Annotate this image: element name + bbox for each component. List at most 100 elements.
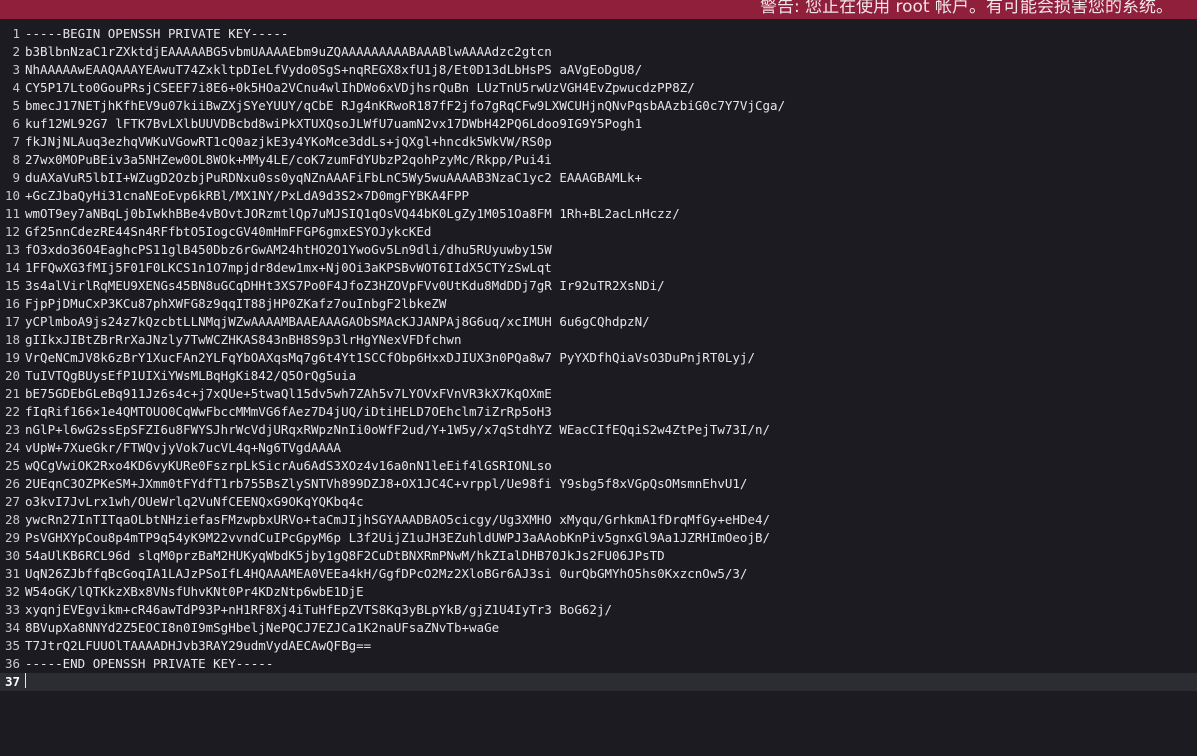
line-text[interactable]: fIqRif166×1e4QMTOUO0CqWwFbccMMmVG6fAez7D…: [25, 403, 552, 421]
line-text[interactable]: W54oGK/lQTKkzXBx8VNsfUhvKNt0Pr4KDzNtp6wb…: [25, 583, 364, 601]
editor-line[interactable]: 5 bmecJ17NETjhKfhEV9u07kiiBwZXjSYeYUUY/qC…: [0, 97, 1197, 115]
line-number: 29: [4, 530, 20, 545]
line-text[interactable]: 54aUlKB6RCL96d slqM0przBaM2HUKyqWbdK5jby…: [25, 547, 665, 565]
line-text[interactable]: NhAAAAAwEAAQAAAYEAwuT74ZxkltpDIeLfVydo0S…: [25, 61, 642, 79]
editor-line[interactable]: 9 duAXaVuR5lbII+WZugD2OzbjPuRDNxu0ss0yqNZ…: [0, 169, 1197, 187]
line-text[interactable]: vUpW+7XueGkr/FTWQvjyVok7ucVL4q+Ng6TVgdAA…: [25, 439, 341, 457]
line-text[interactable]: FjpPjDMuCxP3KCu87phXWFG8z9qqIT88jHP0ZKaf…: [25, 295, 446, 313]
editor-line[interactable]: 3 NhAAAAAwEAAQAAAYEAwuT74ZxkltpDIeLfVydo0…: [0, 61, 1197, 79]
editor-line[interactable]: 37: [0, 673, 1197, 691]
line-text[interactable]: -----BEGIN OPENSSH PRIVATE KEY-----: [25, 25, 288, 43]
line-number: 2: [12, 44, 20, 59]
line-text[interactable]: 1FFQwXG3fMIj5F01F0LKCS1n1O7mpjdr8dew1mx+…: [25, 259, 552, 277]
editor-line[interactable]: 27 o3kvI7JvLrx1wh/OUeWrlq2VuNfCEENQxG9OKq…: [0, 493, 1197, 511]
editor-line[interactable]: 16 FjpPjDMuCxP3KCu87phXWFG8z9qqIT88jHP0ZK…: [0, 295, 1197, 313]
line-number: 30: [4, 548, 20, 563]
line-text[interactable]: wQCgVwiOK2Rxo4KD6vyKURe0FszrpLkSicrAu6Ad…: [25, 457, 552, 475]
line-text[interactable]: fkJNjNLAuq3ezhqVWKuVGowRT1cQ0azjkE3y4YKo…: [25, 133, 552, 151]
line-text[interactable]: 27wx0MOPuBEiv3a5NHZew0OL8WOk+MMy4LE/coK7…: [25, 151, 552, 169]
editor-line[interactable]: 23 nGlP+l6wG2ssEpSFZI6u8FWYSJhrWcVdjURqxR…: [0, 421, 1197, 439]
editor-line[interactable]: 22 fIqRif166×1e4QMTOUO0CqWwFbccMMmVG6fAez…: [0, 403, 1197, 421]
editor-line[interactable]: 35 T7JtrQ2LFUUOlTAAAADHJvb3RAY29udmVydAEC…: [0, 637, 1197, 655]
editor-line[interactable]: 28 ywcRn27InTITqaOLbtNHziefasFMzwpbxURVo+…: [0, 511, 1197, 529]
line-text[interactable]: yCPlmboA9js24z7kQzcbtLLNMqjWZwAAAAMBAAEA…: [25, 313, 650, 331]
line-number: 33: [4, 602, 20, 617]
line-text[interactable]: wmOT9ey7aNBqLj0bIwkhBBe4vBOvtJORzmtlQp7u…: [25, 205, 680, 223]
editor-line[interactable]: 10 +GcZJbaQyHi31cnaNEoEvp6kRBl/MX1NY/PxLd…: [0, 187, 1197, 205]
line-number: 36: [4, 656, 20, 671]
line-text[interactable]: b3BlbnNzaC1rZXktdjEAAAAABG5vbmUAAAAEbm9u…: [25, 43, 552, 61]
editor-line[interactable]: 30 54aUlKB6RCL96d slqM0przBaM2HUKyqWbdK5j…: [0, 547, 1197, 565]
line-number: 31: [4, 566, 20, 581]
line-text[interactable]: 2UEqnC3OZPKeSM+JXmm0tFYdfT1rb755BsZlySNT…: [25, 475, 747, 493]
editor-line[interactable]: 32 W54oGK/lQTKkzXBx8VNsfUhvKNt0Pr4KDzNtp6…: [0, 583, 1197, 601]
editor-line[interactable]: 19 VrQeNCmJV8k6zBrY1XucFAn2YLFqYbOAXqsMq7…: [0, 349, 1197, 367]
editor-line[interactable]: 7 fkJNjNLAuq3ezhqVWKuVGowRT1cQ0azjkE3y4YK…: [0, 133, 1197, 151]
line-text[interactable]: -----END OPENSSH PRIVATE KEY-----: [25, 655, 273, 673]
line-text[interactable]: T7JtrQ2LFUUOlTAAAADHJvb3RAY29udmVydAECAw…: [25, 637, 371, 655]
root-warning-bar: 警告: 您正在使用 root 帐户。有可能会损害您的系统。: [0, 0, 1197, 19]
line-text[interactable]: gIIkxJIBtZBrRrXaJNzly7TwWCZHKAS843nBH8S9…: [25, 331, 462, 349]
line-text[interactable]: TuIVTQgBUysEfP1UIXiYWsMLBqHgKi842/Q5OrQg…: [25, 367, 356, 385]
editor-line[interactable]: 31 UqN26ZJbffqBcGoqIA1LAJzPSoIfL4HQAAAMEA…: [0, 565, 1197, 583]
line-number: 35: [4, 638, 20, 653]
editor-line[interactable]: 33 xyqnjEVEgvikm+cR46awTdP93P+nH1RF8Xj4iT…: [0, 601, 1197, 619]
line-text[interactable]: bmecJ17NETjhKfhEV9u07kiiBwZXjSYeYUUY/qCb…: [25, 97, 785, 115]
line-number: 22: [4, 404, 20, 419]
editor-line[interactable]: 11 wmOT9ey7aNBqLj0bIwkhBBe4vBOvtJORzmtlQp…: [0, 205, 1197, 223]
editor-line[interactable]: 6 kuf12WL92G7 lFTK7BvLXlbUUVDBcbd8wiPkXTU…: [0, 115, 1197, 133]
line-text[interactable]: 8BVupXa8NNYd2Z5EOCI8n0I9mSgHbeljNePQCJ7E…: [25, 619, 499, 637]
editor-line[interactable]: 4 CY5P17Lto0GouPRsjCSEEF7i8E6+0k5HOa2VCnu…: [0, 79, 1197, 97]
line-text[interactable]: VrQeNCmJV8k6zBrY1XucFAn2YLFqYbOAXqsMq7g6…: [25, 349, 755, 367]
editor-line[interactable]: 34 8BVupXa8NNYd2Z5EOCI8n0I9mSgHbeljNePQCJ…: [0, 619, 1197, 637]
editor-line[interactable]: 36 -----END OPENSSH PRIVATE KEY-----: [0, 655, 1197, 673]
line-number: 4: [12, 80, 20, 95]
editor-line[interactable]: 21 bE75GDEbGLeBq911Jz6s4c+j7xQUe+5twaQl15…: [0, 385, 1197, 403]
editor-line[interactable]: 13 fO3xdo36O4EaghcPS11glB450Dbz6rGwAM24ht…: [0, 241, 1197, 259]
line-number: 11: [4, 206, 20, 221]
editor-line[interactable]: 12 Gf25nnCdezRE44Sn4RFfbtO5IogcGV40mHmFFG…: [0, 223, 1197, 241]
line-number: 20: [4, 368, 20, 383]
line-number: 7: [12, 134, 20, 149]
editor-line[interactable]: 17 yCPlmboA9js24z7kQzcbtLLNMqjWZwAAAAMBAA…: [0, 313, 1197, 331]
line-text[interactable]: nGlP+l6wG2ssEpSFZI6u8FWYSJhrWcVdjURqxRWp…: [25, 421, 770, 439]
line-number: 19: [4, 350, 20, 365]
line-text[interactable]: Gf25nnCdezRE44Sn4RFfbtO5IogcGV40mHmFFGP6…: [25, 223, 431, 241]
editor-line[interactable]: 29 PsVGHXYpCou8p4mTP9q54yK9M22vvndCuIPcGp…: [0, 529, 1197, 547]
line-number: 25: [4, 458, 20, 473]
editor-line[interactable]: 18 gIIkxJIBtZBrRrXaJNzly7TwWCZHKAS843nBH8…: [0, 331, 1197, 349]
line-number: 10: [4, 188, 20, 203]
line-number: 26: [4, 476, 20, 491]
editor-line[interactable]: 1 -----BEGIN OPENSSH PRIVATE KEY-----: [0, 25, 1197, 43]
line-number: 3: [12, 62, 20, 77]
editor-line[interactable]: 24 vUpW+7XueGkr/FTWQvjyVok7ucVL4q+Ng6TVgd…: [0, 439, 1197, 457]
line-text[interactable]: 3s4alVirlRqMEU9XENGs45BN8uGCqDHHt3XS7Po0…: [25, 277, 665, 295]
line-number: 17: [4, 314, 20, 329]
editor-line[interactable]: 26 2UEqnC3OZPKeSM+JXmm0tFYdfT1rb755BsZlyS…: [0, 475, 1197, 493]
text-cursor: [25, 673, 26, 688]
editor-line[interactable]: 20 TuIVTQgBUysEfP1UIXiYWsMLBqHgKi842/Q5Or…: [0, 367, 1197, 385]
line-text[interactable]: UqN26ZJbffqBcGoqIA1LAJzPSoIfL4HQAAAMEA0V…: [25, 565, 747, 583]
editor-line[interactable]: 15 3s4alVirlRqMEU9XENGs45BN8uGCqDHHt3XS7P…: [0, 277, 1197, 295]
line-number: 9: [12, 170, 20, 185]
line-text[interactable]: fO3xdo36O4EaghcPS11glB450Dbz6rGwAM24htHO…: [25, 241, 552, 259]
line-text[interactable]: kuf12WL92G7 lFTK7BvLXlbUUVDBcbd8wiPkXTUX…: [25, 115, 642, 133]
line-text[interactable]: xyqnjEVEgvikm+cR46awTdP93P+nH1RF8Xj4iTuH…: [25, 601, 612, 619]
line-text[interactable]: o3kvI7JvLrx1wh/OUeWrlq2VuNfCEENQxG9OKqYQ…: [25, 493, 364, 511]
editor-line[interactable]: 2 b3BlbnNzaC1rZXktdjEAAAAABG5vbmUAAAAEbm9…: [0, 43, 1197, 61]
line-text[interactable]: duAXaVuR5lbII+WZugD2OzbjPuRDNxu0ss0yqNZn…: [25, 169, 642, 187]
line-number: 27: [4, 494, 20, 509]
line-text[interactable]: CY5P17Lto0GouPRsjCSEEF7i8E6+0k5HOa2VCnu4…: [25, 79, 695, 97]
line-text[interactable]: bE75GDEbGLeBq911Jz6s4c+j7xQUe+5twaQl15dv…: [25, 385, 552, 403]
line-number: 32: [4, 584, 20, 599]
line-text[interactable]: +GcZJbaQyHi31cnaNEoEvp6kRBl/MX1NY/PxLdA9…: [25, 187, 469, 205]
line-text[interactable]: PsVGHXYpCou8p4mTP9q54yK9M22vvndCuIPcGpyM…: [25, 529, 770, 547]
line-number: 34: [4, 620, 20, 635]
editor-line[interactable]: 25 wQCgVwiOK2Rxo4KD6vyKURe0FszrpLkSicrAu6…: [0, 457, 1197, 475]
root-warning-text: 警告: 您正在使用 root 帐户。有可能会损害您的系统。: [759, 0, 1173, 17]
editor-line[interactable]: 14 1FFQwXG3fMIj5F01F0LKCS1n1O7mpjdr8dew1m…: [0, 259, 1197, 277]
text-editor[interactable]: 1 -----BEGIN OPENSSH PRIVATE KEY----- 2 b3B…: [0, 25, 1197, 756]
editor-line[interactable]: 8 27wx0MOPuBEiv3a5NHZew0OL8WOk+MMy4LE/coK…: [0, 151, 1197, 169]
line-text[interactable]: ywcRn27InTITqaOLbtNHziefasFMzwpbxURVo+ta…: [25, 511, 770, 529]
line-number: 5: [12, 98, 20, 113]
